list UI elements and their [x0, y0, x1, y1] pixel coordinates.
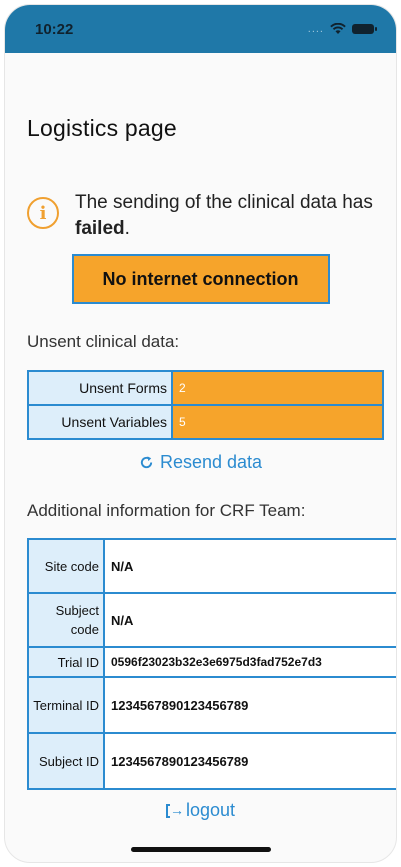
subject-id-value: 1234567890123456789 — [103, 732, 396, 790]
table-row: Site code N/A — [27, 538, 396, 594]
table-row: Unsent Variables 5 — [27, 404, 384, 440]
unsent-data-table: Unsent Forms 2 Unsent Variables 5 — [27, 370, 384, 440]
page-title: Logistics page — [27, 115, 177, 141]
status-bar: 10:22 .... — [5, 5, 396, 53]
terminal-id-label: Terminal ID — [27, 676, 105, 734]
alert-text-prefix: The sending of the clinical data has — [75, 192, 373, 213]
alert-message: The sending of the clinical data has fai… — [75, 190, 374, 242]
wifi-icon — [330, 23, 346, 34]
table-row: Terminal ID 1234567890123456789 — [27, 676, 396, 734]
resend-data-label: Resend data — [159, 452, 263, 472]
additional-info-table: Site code N/A Subject code N/A Trial ID … — [27, 538, 396, 790]
signal-icon: .... — [307, 23, 324, 35]
table-row: Trial ID 0596f23023b32e3e6975d3fad752e7d… — [27, 646, 396, 678]
unsent-variables-value: 5 — [171, 404, 384, 440]
subject-code-label: Subject code — [27, 592, 105, 648]
phone-screen: 10:22 .... Logistics page i The sending … — [4, 4, 397, 863]
main-content: Logistics page i The sending of the clin… — [5, 115, 396, 821]
subject-id-label: Subject ID — [27, 732, 105, 790]
alert-text-bold: failed — [75, 218, 125, 239]
trial-id-label: Trial ID — [27, 646, 105, 678]
unsent-data-label: Unsent clinical data: — [27, 332, 180, 351]
unsent-variables-label: Unsent Variables — [27, 404, 173, 440]
unsent-forms-label: Unsent Forms — [27, 370, 173, 406]
unsent-forms-value: 2 — [171, 370, 384, 406]
send-failed-alert: i The sending of the clinical data has f… — [27, 190, 374, 242]
battery-icon — [352, 24, 377, 34]
site-code-value: N/A — [103, 538, 396, 594]
additional-info-label: Additional information for CRF Team: — [27, 501, 306, 520]
logout-icon — [165, 799, 184, 820]
table-row: Subject code N/A — [27, 592, 396, 648]
terminal-id-value: 1234567890123456789 — [103, 676, 396, 734]
logout-label: logout — [185, 800, 236, 820]
info-icon: i — [27, 197, 59, 229]
resend-data-button[interactable]: Resend data — [27, 452, 374, 473]
home-indicator[interactable] — [130, 847, 271, 852]
table-row: Unsent Forms 2 — [27, 370, 384, 406]
status-icons: .... — [307, 23, 377, 35]
site-code-label: Site code — [27, 538, 105, 594]
alert-text-suffix: . — [124, 218, 130, 239]
refresh-icon — [140, 456, 153, 469]
table-row: Subject ID 1234567890123456789 — [27, 732, 396, 790]
no-connection-banner: No internet connection — [71, 254, 330, 304]
logout-button[interactable]: logout — [27, 799, 374, 821]
status-time: 10:22 — [35, 20, 74, 38]
subject-code-value: N/A — [103, 592, 396, 648]
trial-id-value: 0596f23023b32e3e6975d3fad752e7d3 — [103, 646, 396, 678]
